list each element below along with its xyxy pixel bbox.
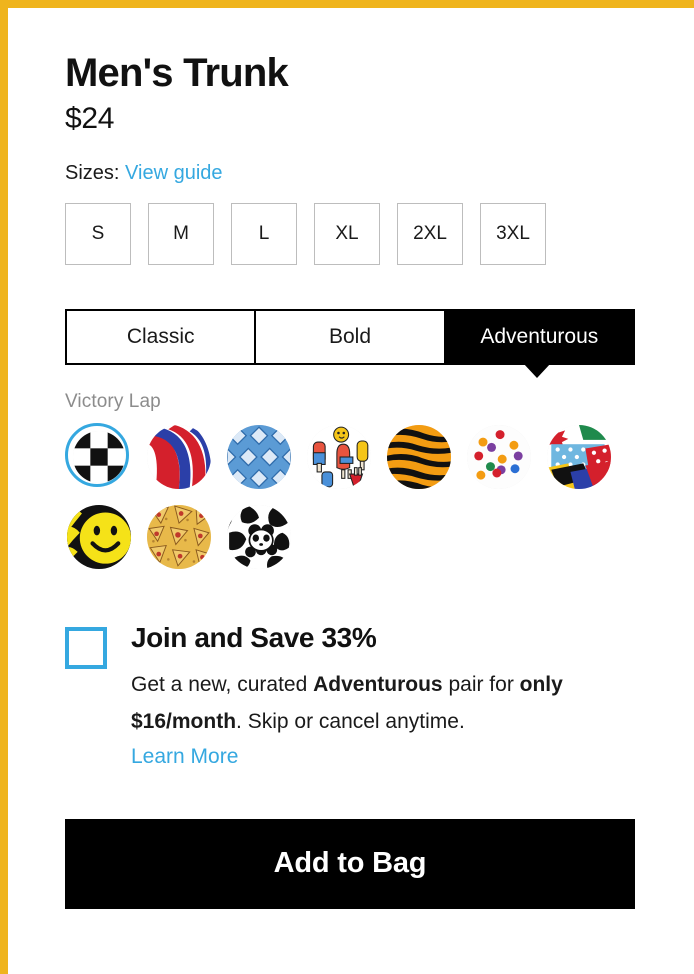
style-selector: Classic Bold Adventurous <box>65 309 635 379</box>
page-frame-left-accent <box>0 0 8 974</box>
sub-desc-part2: pair for <box>442 672 520 696</box>
size-option-m[interactable]: M <box>148 203 214 266</box>
subscription-offer-title: Join and Save 33% <box>131 622 377 654</box>
product-price: $24 <box>65 102 115 136</box>
subscription-offer-description: Get a new, curated Adventurous pair for … <box>131 666 635 741</box>
size-option-xl[interactable]: XL <box>314 203 380 266</box>
swatch-flag-patchwork-thumb <box>547 425 611 490</box>
swatch-pandas[interactable] <box>225 503 293 571</box>
swatch-red-white-blue-swirl-thumb <box>147 425 211 490</box>
size-selector: S M L XL 2XL 3XL <box>65 203 635 266</box>
swatch-red-white-blue-swirl[interactable] <box>145 423 213 491</box>
collection-name: Victory Lap <box>65 391 161 413</box>
product-page: Men's Trunk $24 Sizes: View guide S M L … <box>0 0 694 974</box>
swatch-pandas-thumb <box>227 505 291 570</box>
swatch-confetti-dots[interactable] <box>465 423 533 491</box>
style-segmented-control: Classic Bold Adventurous <box>65 309 635 366</box>
size-option-2xl[interactable]: 2XL <box>397 203 463 266</box>
tab-adventurous[interactable]: Adventurous <box>445 311 633 364</box>
swatch-checkerboard-thumb <box>73 431 125 484</box>
swatch-rockets-popsicles-thumb <box>307 425 371 490</box>
learn-more-link[interactable]: Learn More <box>131 745 238 769</box>
tab-bold[interactable]: Bold <box>256 311 446 364</box>
pattern-swatch-grid <box>65 423 645 571</box>
sub-desc-style-name: Adventurous <box>313 672 443 696</box>
page-title: Men's Trunk <box>65 51 289 95</box>
swatch-pizza-thumb <box>147 505 211 570</box>
swatch-checkerboard[interactable] <box>65 423 133 491</box>
size-option-s[interactable]: S <box>65 203 131 266</box>
size-guide-link[interactable]: View guide <box>125 162 222 184</box>
swatch-confetti-dots-thumb <box>467 425 531 490</box>
swatch-flag-patchwork[interactable] <box>545 423 613 491</box>
product-detail-content: Men's Trunk $24 Sizes: View guide S M L … <box>65 0 635 909</box>
size-option-l[interactable]: L <box>231 203 297 266</box>
swatch-pizza[interactable] <box>145 503 213 571</box>
swatch-blue-diamonds[interactable] <box>225 423 293 491</box>
swatch-rockets-popsicles[interactable] <box>305 423 373 491</box>
sub-desc-part3: . Skip or cancel anytime. <box>236 710 465 734</box>
sub-desc-part1: Get a new, curated <box>131 672 314 696</box>
join-and-save-checkbox[interactable] <box>65 627 107 670</box>
add-to-bag-button[interactable]: Add to Bag <box>65 818 635 909</box>
selected-tab-pointer-icon <box>523 363 551 379</box>
subscription-offer: Join and Save 33% Get a new, curated Adv… <box>65 622 635 769</box>
sizes-label-row: Sizes: View guide <box>65 161 635 185</box>
sizes-label: Sizes: <box>65 162 120 185</box>
size-option-3xl[interactable]: 3XL <box>480 203 546 266</box>
swatch-blue-diamonds-thumb <box>227 425 291 490</box>
tab-classic[interactable]: Classic <box>67 311 257 364</box>
swatch-yellow-smiley[interactable] <box>65 503 133 571</box>
swatch-tiger-stripes[interactable] <box>385 423 453 491</box>
subscription-offer-body: Join and Save 33% Get a new, curated Adv… <box>131 622 635 769</box>
swatch-tiger-stripes-thumb <box>387 425 451 490</box>
swatch-yellow-smiley-thumb <box>67 505 131 570</box>
